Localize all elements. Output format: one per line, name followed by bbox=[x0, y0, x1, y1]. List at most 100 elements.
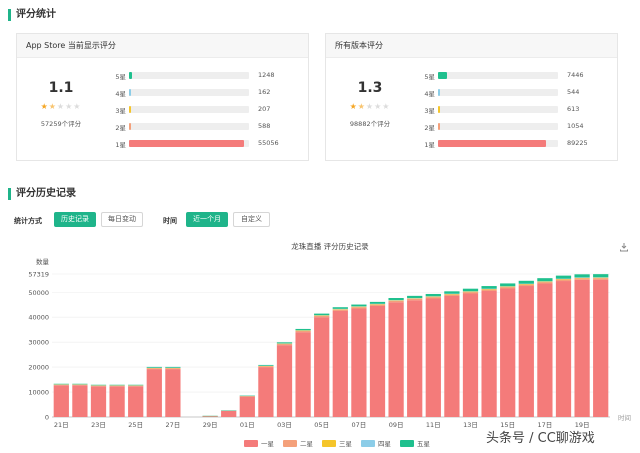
bar-segment-1-star[interactable] bbox=[90, 386, 107, 417]
bar-segment-5-star[interactable] bbox=[574, 274, 590, 278]
bar-segment-2-star[interactable] bbox=[351, 307, 367, 309]
bar-segment-1-star[interactable] bbox=[239, 396, 255, 417]
stat-method-label: 统计方式 bbox=[14, 217, 42, 225]
bar-segment-1-star[interactable] bbox=[332, 310, 348, 417]
bar-segment-5-star[interactable] bbox=[518, 280, 534, 284]
bar-segment-5-star[interactable] bbox=[146, 366, 162, 368]
bar-segment-2-star[interactable] bbox=[407, 298, 423, 301]
bar-segment-1-star[interactable] bbox=[537, 283, 553, 417]
bar-segment-1-star[interactable] bbox=[500, 288, 516, 417]
bar-segment-5-star[interactable] bbox=[369, 301, 386, 304]
bar-segment-1-star[interactable] bbox=[128, 386, 144, 417]
bar-segment-2-star[interactable] bbox=[146, 368, 162, 370]
bar-segment-2-star[interactable] bbox=[444, 294, 460, 297]
bar-segment-5-star[interactable] bbox=[425, 293, 441, 297]
bar-segment-2-star[interactable] bbox=[53, 384, 69, 386]
bar-segment-5-star[interactable] bbox=[295, 328, 311, 331]
legend-label[interactable]: 五星 bbox=[417, 440, 431, 448]
bar-segment-1-star[interactable] bbox=[53, 385, 69, 417]
bar-segment-1-star[interactable] bbox=[555, 281, 572, 417]
bar-segment-2-star[interactable] bbox=[500, 287, 516, 289]
stat-option-history-button[interactable]: 历史记录 bbox=[54, 212, 96, 227]
bar-segment-5-star[interactable] bbox=[165, 366, 181, 368]
bar-segment-1-star[interactable] bbox=[425, 298, 441, 417]
bar-segment-5-star[interactable] bbox=[555, 275, 572, 279]
bar-segment-5-star[interactable] bbox=[258, 364, 274, 366]
bar-segment-1-star[interactable] bbox=[351, 308, 367, 417]
bar-segment-2-star[interactable] bbox=[555, 279, 572, 282]
bar-segment-1-star[interactable] bbox=[314, 317, 330, 417]
bar-segment-5-star[interactable] bbox=[332, 307, 348, 309]
bar-segment-5-star[interactable] bbox=[537, 278, 553, 282]
bar-segment-5-star[interactable] bbox=[593, 274, 609, 278]
bar-segment-2-star[interactable] bbox=[128, 385, 144, 387]
bar-segment-2-star[interactable] bbox=[90, 385, 107, 387]
bar-segment-3-star[interactable] bbox=[555, 279, 572, 280]
bar-segment-1-star[interactable] bbox=[518, 286, 534, 417]
bar-segment-2-star[interactable] bbox=[462, 292, 479, 294]
bar-segment-2-star[interactable] bbox=[276, 344, 293, 346]
bar-segment-2-star[interactable] bbox=[574, 278, 590, 280]
bar-segment-1-star[interactable] bbox=[165, 369, 181, 417]
bar-segment-2-star[interactable] bbox=[295, 330, 311, 333]
bar-segment-2-star[interactable] bbox=[518, 284, 534, 287]
bar-segment-1-star[interactable] bbox=[407, 300, 423, 417]
bar-segment-2-star[interactable] bbox=[537, 282, 553, 284]
legend-label[interactable]: 三星 bbox=[339, 440, 353, 448]
legend-label[interactable]: 二星 bbox=[300, 440, 314, 448]
bar-segment-2-star[interactable] bbox=[165, 368, 181, 370]
bar-segment-1-star[interactable] bbox=[574, 279, 590, 417]
legend-label[interactable]: 一星 bbox=[261, 440, 275, 448]
bar-segment-3-star[interactable] bbox=[500, 286, 516, 288]
bar-segment-1-star[interactable] bbox=[72, 385, 88, 417]
bar-segment-5-star[interactable] bbox=[407, 295, 423, 298]
bar-segment-3-star[interactable] bbox=[574, 277, 590, 279]
bar-segment-1-star[interactable] bbox=[388, 302, 404, 417]
legend-swatch[interactable] bbox=[283, 440, 297, 447]
bar-segment-5-star[interactable] bbox=[500, 283, 516, 287]
bar-segment-2-star[interactable] bbox=[72, 384, 88, 386]
bar-segment-3-star[interactable] bbox=[518, 284, 534, 285]
bar-segment-2-star[interactable] bbox=[388, 300, 404, 303]
bar-segment-2-star[interactable] bbox=[593, 278, 609, 280]
time-option-custom-button[interactable]: 自定义 bbox=[233, 212, 270, 227]
bar-segment-1-star[interactable] bbox=[146, 369, 162, 417]
bar-segment-5-star[interactable] bbox=[314, 313, 330, 316]
bar-segment-1-star[interactable] bbox=[295, 332, 311, 417]
legend-label[interactable]: 四星 bbox=[378, 440, 392, 448]
bar-segment-1-star[interactable] bbox=[444, 296, 460, 417]
bar-segment-3-star[interactable] bbox=[593, 277, 609, 279]
bar-segment-2-star[interactable] bbox=[332, 309, 348, 311]
bar-segment-1-star[interactable] bbox=[221, 410, 237, 417]
bar-segment-5-star[interactable] bbox=[444, 291, 460, 294]
bar-segment-1-star[interactable] bbox=[276, 345, 293, 417]
bar-segment-1-star[interactable] bbox=[481, 291, 497, 417]
legend-swatch[interactable] bbox=[322, 440, 336, 447]
rating-row: 4星 544 bbox=[423, 87, 613, 98]
legend-swatch[interactable] bbox=[400, 440, 414, 447]
time-option-month-button[interactable]: 近一个月 bbox=[186, 212, 228, 227]
legend-swatch[interactable] bbox=[244, 440, 258, 447]
bar-segment-1-star[interactable] bbox=[369, 305, 386, 417]
bar-segment-5-star[interactable] bbox=[351, 304, 367, 307]
bar-segment-2-star[interactable] bbox=[109, 385, 125, 387]
bar-segment-2-star[interactable] bbox=[481, 289, 497, 292]
bar-segment-5-star[interactable] bbox=[276, 342, 293, 344]
bar-segment-1-star[interactable] bbox=[109, 386, 125, 417]
bar-segment-1-star[interactable] bbox=[258, 367, 274, 417]
bar-segment-2-star[interactable] bbox=[369, 304, 386, 306]
bar-segment-1-star[interactable] bbox=[462, 293, 479, 417]
bar-segment-3-star[interactable] bbox=[462, 291, 479, 293]
bar-segment-3-star[interactable] bbox=[537, 281, 553, 283]
bar-segment-5-star[interactable] bbox=[388, 298, 404, 301]
rating-stars-icon: ★★★★★ bbox=[349, 102, 391, 111]
bar-segment-5-star[interactable] bbox=[462, 288, 479, 292]
bar-segment-2-star[interactable] bbox=[314, 315, 330, 318]
bar-segment-5-star[interactable] bbox=[481, 286, 497, 289]
bar-segment-2-star[interactable] bbox=[425, 297, 441, 299]
bar-segment-3-star[interactable] bbox=[481, 289, 497, 290]
legend-swatch[interactable] bbox=[361, 440, 375, 447]
bar-segment-1-star[interactable] bbox=[593, 279, 609, 417]
stat-option-daily-button[interactable]: 每日变动 bbox=[101, 212, 143, 227]
bar-segment-2-star[interactable] bbox=[258, 366, 274, 368]
